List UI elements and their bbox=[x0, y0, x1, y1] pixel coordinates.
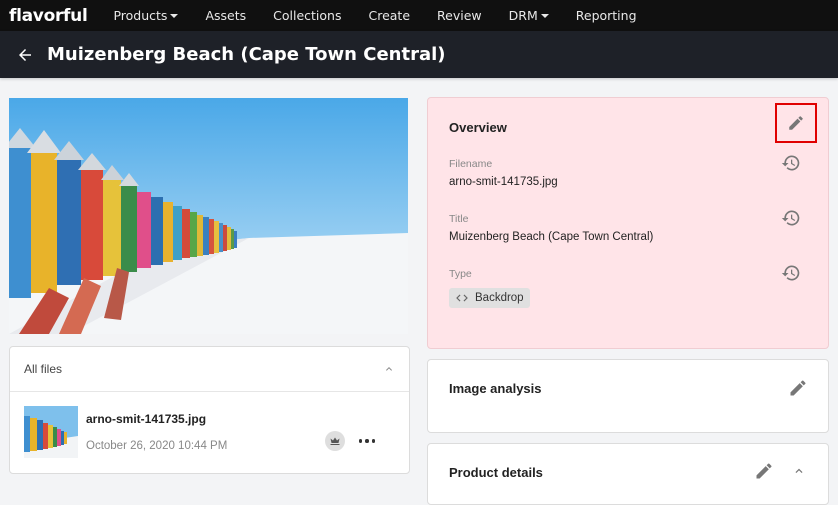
nav-products[interactable]: Products bbox=[113, 8, 179, 23]
page-header: Muizenberg Beach (Cape Town Central) bbox=[0, 31, 838, 78]
history-icon[interactable] bbox=[781, 153, 801, 173]
filename-label: Filename bbox=[449, 158, 493, 170]
file-actions bbox=[324, 431, 375, 451]
title-label: Title bbox=[449, 213, 469, 225]
type-chip: Backdrop bbox=[449, 288, 530, 308]
arrow-left-icon bbox=[19, 48, 31, 61]
caret-down-icon bbox=[170, 13, 179, 18]
nav-assets[interactable]: Assets bbox=[205, 8, 246, 23]
pencil-icon[interactable] bbox=[788, 378, 808, 398]
nav-assets-label: Assets bbox=[205, 8, 247, 23]
overview-title: Overview bbox=[449, 120, 507, 135]
type-chip-label: Backdrop bbox=[475, 292, 524, 304]
pencil-icon bbox=[789, 116, 803, 130]
nav-create-label: Create bbox=[368, 8, 411, 23]
page-title: Muizenberg Beach (Cape Town Central) bbox=[47, 44, 446, 65]
top-nav: flavorful Products Assets Collections Cr… bbox=[0, 0, 838, 31]
nav-collections-label: Collections bbox=[273, 8, 342, 23]
pencil-icon[interactable] bbox=[754, 461, 774, 481]
overview-panel: Overview Filename arno-smit-141735.jpg T… bbox=[427, 97, 829, 349]
chevron-up-icon[interactable] bbox=[792, 464, 806, 478]
nav-review-label: Review bbox=[437, 8, 482, 23]
image-analysis-title: Image analysis bbox=[449, 381, 542, 396]
code-icon bbox=[456, 294, 468, 302]
nav-products-label: Products bbox=[113, 8, 168, 23]
title-value: Muizenberg Beach (Cape Town Central) bbox=[449, 231, 654, 243]
history-icon[interactable] bbox=[781, 208, 801, 228]
all-files-panel: All files arno-smit-141735.jpg October 2… bbox=[9, 346, 410, 474]
nav-drm[interactable]: DRM bbox=[509, 8, 549, 23]
chevron-up-icon[interactable] bbox=[383, 363, 395, 375]
more-options-icon[interactable] bbox=[358, 439, 375, 443]
nav-reporting-label: Reporting bbox=[575, 8, 637, 23]
history-icon[interactable] bbox=[781, 263, 801, 283]
nav-collections[interactable]: Collections bbox=[273, 8, 341, 23]
crown-icon bbox=[330, 437, 339, 445]
nav-create[interactable]: Create bbox=[368, 8, 410, 23]
file-info: arno-smit-141735.jpg October 26, 2020 10… bbox=[86, 412, 227, 452]
file-name: arno-smit-141735.jpg bbox=[86, 412, 207, 426]
nav-reporting[interactable]: Reporting bbox=[576, 8, 637, 23]
type-label: Type bbox=[449, 268, 472, 280]
all-files-title: All files bbox=[24, 362, 63, 376]
all-files-header[interactable]: All files bbox=[10, 347, 409, 392]
file-list-item[interactable]: arno-smit-141735.jpg October 26, 2020 10… bbox=[10, 392, 409, 472]
filename-value: arno-smit-141735.jpg bbox=[449, 176, 558, 188]
overview-edit-button[interactable] bbox=[775, 103, 817, 143]
caret-down-icon bbox=[540, 13, 549, 18]
asset-preview-image[interactable] bbox=[9, 98, 408, 334]
nav-drm-label: DRM bbox=[508, 8, 538, 23]
back-button[interactable] bbox=[14, 44, 36, 66]
file-date: October 26, 2020 10:44 PM bbox=[86, 440, 228, 452]
product-details-panel: Product details bbox=[427, 443, 829, 505]
file-thumbnail[interactable] bbox=[24, 406, 78, 458]
set-primary-button[interactable] bbox=[324, 431, 345, 451]
nav-review[interactable]: Review bbox=[437, 8, 482, 23]
image-analysis-panel: Image analysis bbox=[427, 359, 829, 433]
app-logo[interactable]: flavorful bbox=[9, 6, 88, 26]
